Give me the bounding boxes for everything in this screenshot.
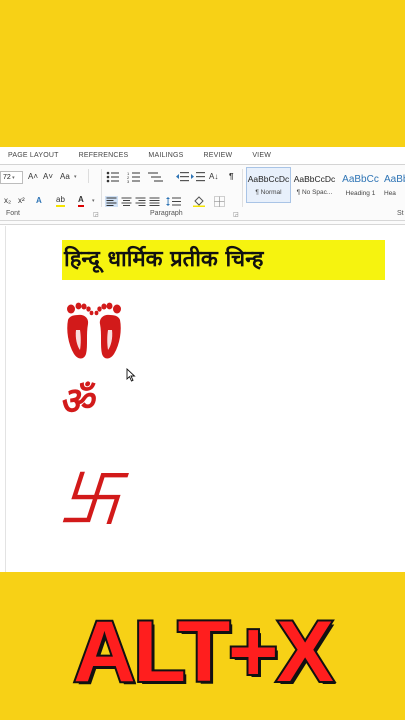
footprints-icon: [67, 302, 121, 359]
tab-page-layout[interactable]: PAGE LAYOUT: [8, 152, 59, 159]
style-sample: AaBbCcDc: [293, 174, 336, 184]
increase-indent-icon[interactable]: [191, 171, 205, 183]
justify-icon[interactable]: [148, 196, 161, 207]
decrease-indent-icon[interactable]: [175, 171, 189, 183]
align-left-icon[interactable]: [105, 196, 118, 207]
text-effects-button[interactable]: A: [36, 195, 42, 207]
swastika-symbol: 卐: [52, 463, 139, 536]
style-name: ¶ No Spac...: [296, 189, 333, 196]
tab-references[interactable]: REFERENCES: [79, 152, 129, 159]
svg-text:3: 3: [127, 179, 130, 183]
font-size-field[interactable]: 72 ▾: [0, 171, 23, 184]
style-heading-1[interactable]: AaBbCc Heading 1: [338, 167, 383, 203]
subscript-button[interactable]: x₂: [4, 195, 11, 207]
tab-review[interactable]: REVIEW: [203, 152, 232, 159]
show-marks-button[interactable]: ¶: [229, 171, 233, 183]
font-color-dropdown-icon[interactable]: ▾: [92, 195, 95, 207]
paragraph-group-label: Paragraph: [150, 210, 183, 217]
line-spacing-icon[interactable]: [166, 196, 182, 207]
document-title: हिन्दू धार्मिक प्रतीक चिन्ह: [64, 247, 264, 272]
style-sample: AaBbCc: [342, 173, 379, 185]
page-margin: [5, 226, 6, 572]
bullets-icon[interactable]: [106, 171, 120, 183]
font-group-label: Font: [6, 210, 21, 217]
styles-group-label: St: [397, 210, 404, 217]
divider: [88, 169, 89, 183]
multilevel-list-icon[interactable]: [148, 171, 164, 183]
tab-view[interactable]: VIEW: [252, 152, 271, 159]
change-case-button[interactable]: Aa: [60, 171, 70, 183]
align-right-icon[interactable]: [134, 196, 147, 207]
borders-icon[interactable]: [214, 196, 230, 207]
font-size-value: 72: [3, 174, 11, 181]
superscript-button[interactable]: x²: [18, 195, 25, 207]
overlay-caption: ALT+X: [71, 602, 335, 702]
style-heading-2[interactable]: AaBb Hea: [384, 167, 405, 203]
document-page[interactable]: हिन्दू धार्मिक प्रतीक चिन्ह ॐ 卐: [0, 226, 405, 572]
styles-gallery: AaBbCcDc ¶ Normal AaBbCcDc ¶ No Spac... …: [246, 167, 405, 203]
ribbon-group-labels: Font ◲ Paragraph ◲ St: [0, 207, 405, 221]
style-sample: AaBbCcDc: [247, 174, 290, 184]
style-normal[interactable]: AaBbCcDc ¶ Normal: [246, 167, 291, 203]
style-name: ¶ Normal: [255, 189, 282, 196]
style-name: Heading 1: [345, 189, 376, 197]
grow-font-button[interactable]: A˄: [28, 171, 38, 183]
style-no-spacing[interactable]: AaBbCcDc ¶ No Spac...: [292, 167, 337, 203]
mouse-pointer-icon: [126, 368, 136, 382]
style-name: Hea: [384, 189, 396, 197]
word-window: PAGE LAYOUT REFERENCES MAILINGS REVIEW V…: [0, 147, 405, 572]
font-dialog-launcher-icon[interactable]: ◲: [93, 211, 99, 218]
change-case-dropdown-icon[interactable]: ▾: [74, 171, 77, 183]
shrink-font-button[interactable]: A˅: [43, 171, 53, 183]
align-center-icon[interactable]: [120, 196, 133, 207]
tab-mailings[interactable]: MAILINGS: [148, 152, 183, 159]
sort-button[interactable]: A↓: [209, 171, 218, 183]
style-sample: AaBb: [384, 173, 405, 185]
ribbon-tabs: PAGE LAYOUT REFERENCES MAILINGS REVIEW V…: [0, 147, 405, 165]
numbering-icon[interactable]: 1 2 3: [127, 171, 141, 183]
shading-icon[interactable]: [193, 196, 209, 207]
paragraph-dialog-launcher-icon[interactable]: ◲: [233, 211, 239, 218]
om-symbol: ॐ: [58, 379, 101, 423]
